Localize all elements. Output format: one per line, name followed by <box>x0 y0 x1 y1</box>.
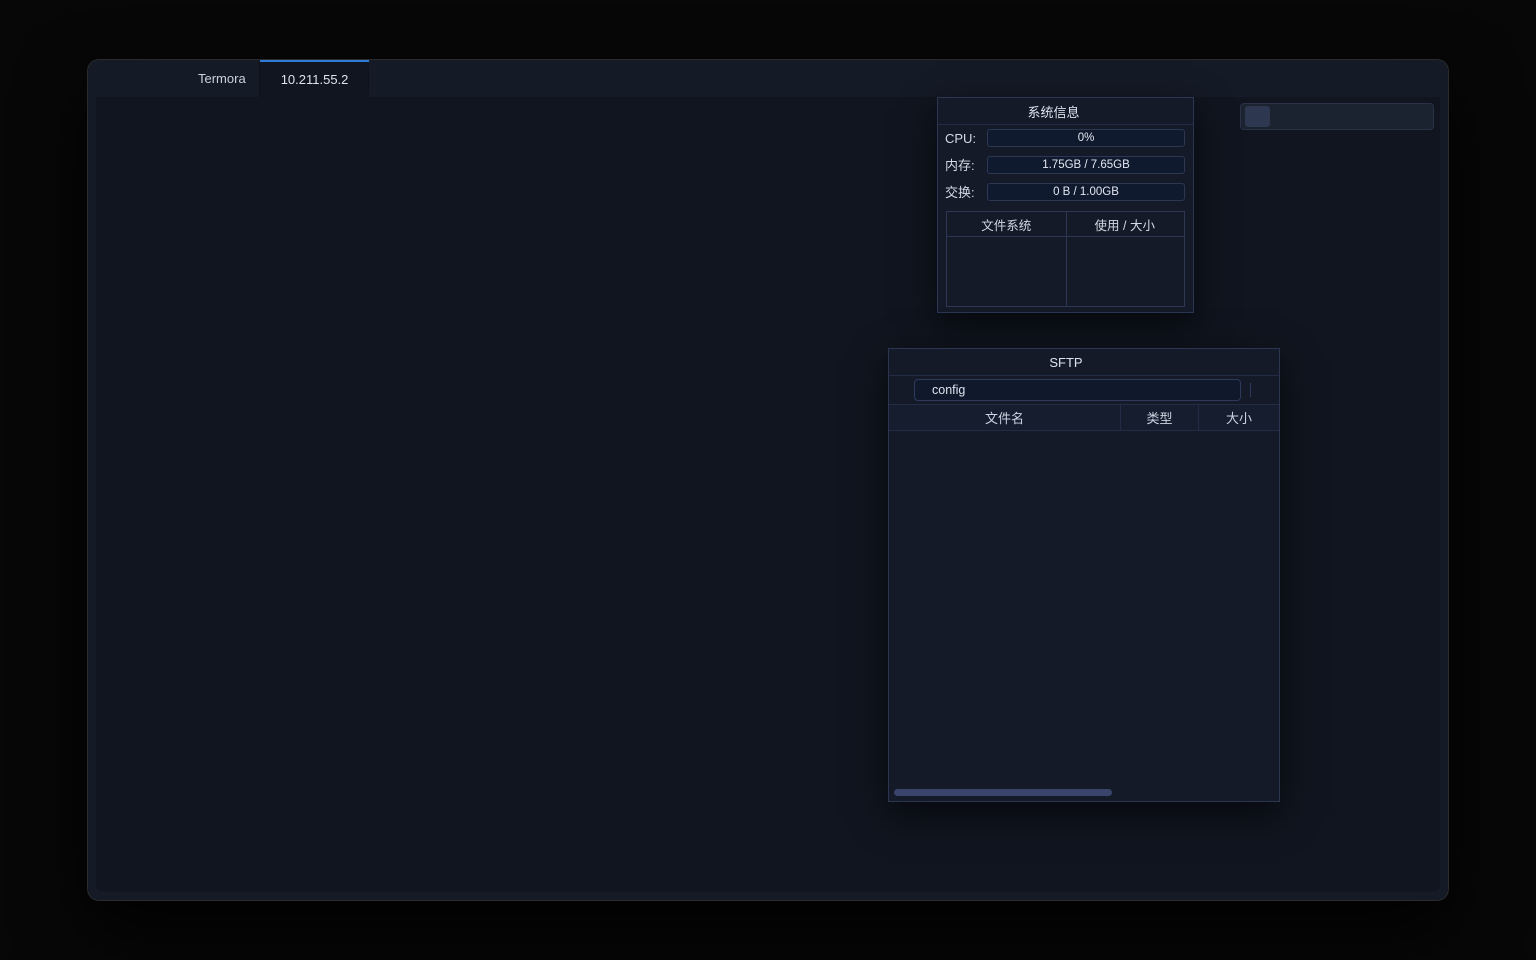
memory-label: 内存: <box>945 155 987 174</box>
system-info-panel: 系统信息 CPU: 0% 内存: 1.75GB / 7.65GB 交换: 0 B… <box>937 97 1194 313</box>
home-tab-label: Termora <box>198 71 246 86</box>
swap-usage-row: 交换: 0 B / 1.00GB <box>938 178 1193 205</box>
titlebar-actions <box>1278 60 1448 97</box>
gpu-button[interactable] <box>1351 106 1376 127</box>
filesystem-table: 文件系统 使用 / 大小 <box>946 211 1185 307</box>
desktop: Termora 10.211.55.2 <box>0 0 1536 960</box>
horizontal-scrollbar[interactable] <box>894 789 1112 796</box>
fs-col-usage: 使用 / 大小 <box>1066 212 1185 236</box>
system-info-title: 系统信息 <box>946 102 1161 121</box>
close-toolbar-button[interactable] <box>1404 106 1429 127</box>
sftp-table-header: 文件名 类型 大小 <box>889 405 1279 431</box>
active-tab-label: 10.211.55.2 <box>281 72 349 87</box>
swap-label: 交换: <box>945 182 987 201</box>
column-size[interactable]: 大小 <box>1199 405 1279 430</box>
sftp-header: SFTP <box>889 349 1279 376</box>
column-type[interactable]: 类型 <box>1121 405 1199 430</box>
path-segment: config <box>932 383 965 397</box>
path-combobox[interactable]: config <box>914 379 1241 401</box>
sftp-file-table: 文件名 类型 大小 <box>889 405 1279 431</box>
sftp-title: SFTP <box>897 355 1235 370</box>
memory-usage-bar: 1.75GB / 7.65GB <box>987 156 1185 174</box>
swap-usage-bar: 0 B / 1.00GB <box>987 183 1185 201</box>
close-window-button[interactable] <box>104 72 117 85</box>
memory-usage-row: 内存: 1.75GB / 7.65GB <box>938 151 1193 178</box>
htop-function-bar <box>110 863 1426 884</box>
titlebar: Termora 10.211.55.2 <box>88 60 1448 97</box>
floating-panel-toolbar <box>1240 103 1434 130</box>
system-info-header: 系统信息 <box>938 98 1193 125</box>
pin-button[interactable] <box>1245 106 1270 127</box>
info-button[interactable] <box>1271 106 1296 127</box>
code-button[interactable] <box>1324 106 1349 127</box>
zoom-window-button[interactable] <box>146 72 159 85</box>
fs-col-name: 文件系统 <box>947 212 1066 236</box>
sftp-panel: SFTP config <box>888 348 1280 802</box>
cpu-label: CPU: <box>945 131 987 146</box>
bookmark-group <box>1247 383 1254 397</box>
new-tab-button[interactable] <box>369 60 395 97</box>
refresh-button[interactable] <box>1378 106 1403 127</box>
cpu-usage-row: CPU: 0% <box>938 125 1193 151</box>
sftp-toolbar: config <box>889 376 1279 405</box>
traffic-lights <box>88 60 177 97</box>
cpu-usage-bar: 0% <box>987 129 1185 147</box>
files-button[interactable] <box>1298 106 1323 127</box>
tab-session-active[interactable]: 10.211.55.2 <box>260 60 370 97</box>
column-filename[interactable]: 文件名 <box>889 405 1121 430</box>
tab-termora-home[interactable]: Termora <box>177 60 260 97</box>
minimize-window-button[interactable] <box>125 72 138 85</box>
